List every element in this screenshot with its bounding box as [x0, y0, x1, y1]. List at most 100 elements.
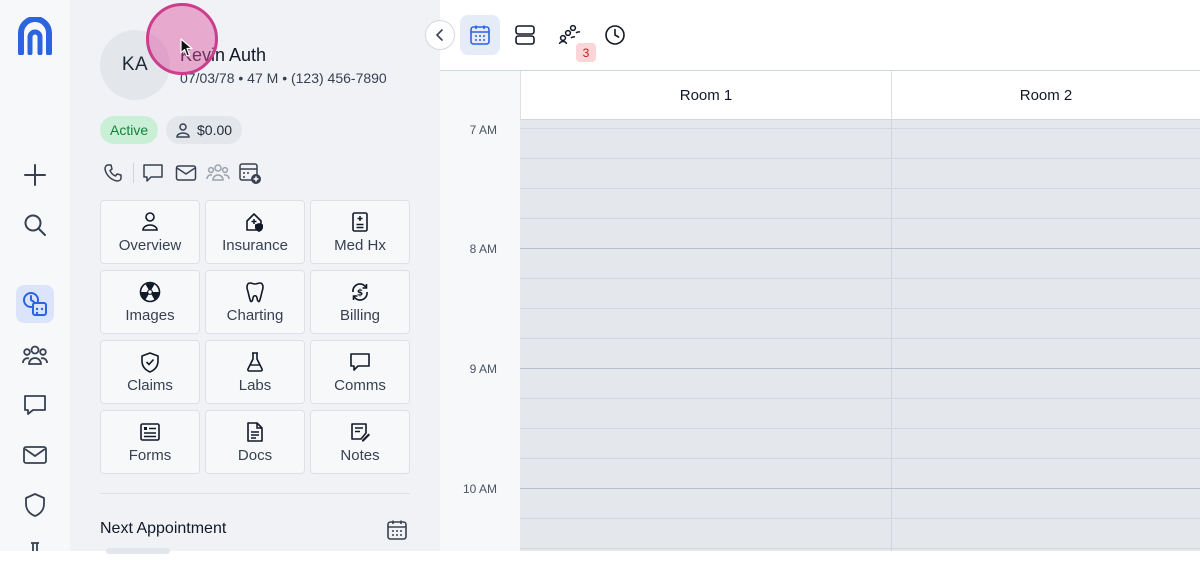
schedule-add-icon[interactable]	[237, 160, 263, 186]
tile-label: Notes	[340, 446, 380, 464]
svg-text:$: $	[357, 288, 363, 298]
radiation-icon	[139, 281, 161, 303]
status-label: Active	[110, 122, 149, 138]
shield-icon[interactable]	[20, 490, 50, 520]
phone-icon[interactable]	[100, 160, 126, 186]
status-badge[interactable]: Active	[100, 116, 159, 144]
medical-history-icon	[349, 211, 371, 233]
calendar-icon[interactable]	[385, 518, 409, 542]
tile-label: Docs	[237, 446, 273, 464]
chat-icon[interactable]	[140, 160, 166, 186]
tile-notes[interactable]: Notes	[310, 410, 410, 474]
comms-chat-icon	[349, 351, 371, 373]
app-rail	[0, 0, 70, 551]
family-icon[interactable]	[205, 160, 231, 186]
tile-labs[interactable]: Labs	[205, 340, 305, 404]
balance-badge[interactable]: $0.00	[166, 116, 243, 144]
chevron-left-icon	[434, 28, 446, 42]
add-icon[interactable]	[20, 160, 50, 190]
next-appointment-heading: Next Appointment	[100, 520, 227, 537]
room-header[interactable]: Room 1	[520, 71, 891, 120]
shield-check-icon	[139, 351, 161, 373]
tile-label: Overview	[118, 236, 182, 254]
tile-insurance[interactable]: Insurance	[205, 200, 305, 264]
document-icon	[244, 421, 266, 443]
form-icon	[139, 421, 161, 443]
section-divider	[100, 493, 410, 494]
tooth-icon	[244, 281, 266, 303]
balance-value: $0.00	[197, 122, 233, 138]
person-icon	[139, 211, 161, 233]
contact-divider	[133, 163, 134, 183]
slot-line	[520, 338, 1200, 339]
tile-label: Billing	[339, 306, 381, 324]
patients-icon[interactable]	[20, 340, 50, 370]
hour-line	[520, 368, 1200, 369]
tile-billing[interactable]: $ Billing	[310, 270, 410, 334]
tile-med-hx[interactable]: Med Hx	[310, 200, 410, 264]
slot-line	[520, 428, 1200, 429]
email-icon[interactable]	[173, 160, 199, 186]
time-label: 10 AM	[462, 482, 497, 496]
time-label: 7 AM	[469, 123, 497, 137]
tile-label: Med Hx	[334, 236, 386, 254]
tile-overview[interactable]: Overview	[100, 200, 200, 264]
slot-line	[520, 458, 1200, 459]
room-header[interactable]: Room 2	[891, 71, 1200, 120]
waitlist-count-badge: 3	[576, 43, 596, 62]
slot-line	[520, 128, 1200, 129]
schedule-icon[interactable]	[16, 285, 54, 323]
slot-line	[520, 308, 1200, 309]
patient-panel: KA Kevin Auth 07/03/78 • 47 M • (123) 45…	[70, 0, 440, 554]
note-icon	[349, 421, 371, 443]
collapse-panel-button[interactable]	[425, 20, 455, 50]
time-gutter: 7 AM 8 AM 9 AM 10 AM	[440, 71, 520, 551]
flask-icon	[244, 351, 266, 373]
slot-line	[520, 218, 1200, 219]
tile-comms[interactable]: Comms	[310, 340, 410, 404]
tile-label: Claims	[127, 376, 173, 394]
insurance-icon	[244, 211, 266, 233]
messages-icon[interactable]	[20, 390, 50, 420]
chart-tiles: Overview Insurance Med Hx Images Chartin…	[100, 200, 410, 474]
slot-line	[520, 518, 1200, 519]
appointment-placeholder	[106, 548, 170, 554]
tile-label: Images	[125, 306, 175, 324]
mouse-pointer-icon	[180, 38, 194, 58]
tile-images[interactable]: Images	[100, 270, 200, 334]
tile-forms[interactable]: Forms	[100, 410, 200, 474]
tile-claims[interactable]: Claims	[100, 340, 200, 404]
schedule-grid[interactable]	[520, 120, 1200, 551]
calendar-view-icon	[469, 24, 491, 46]
tile-label: Charting	[226, 306, 284, 324]
calendar-view-button[interactable]	[460, 15, 500, 55]
tile-label: Labs	[238, 376, 272, 394]
tile-docs[interactable]: Docs	[205, 410, 305, 474]
more-icon[interactable]	[20, 535, 50, 565]
slot-line	[520, 548, 1200, 549]
slot-line	[520, 158, 1200, 159]
room-column-divider	[891, 120, 892, 551]
hour-line	[520, 488, 1200, 489]
billing-icon: $	[349, 281, 371, 303]
slot-line	[520, 278, 1200, 279]
time-label: 9 AM	[469, 362, 497, 376]
mail-icon[interactable]	[20, 440, 50, 470]
tile-label: Comms	[334, 376, 386, 394]
slot-line	[520, 398, 1200, 399]
time-label: 8 AM	[469, 242, 497, 256]
history-button[interactable]	[595, 15, 635, 55]
tile-label: Forms	[128, 446, 172, 464]
calendar-area: 3 7 AM 8 AM 9 AM 10 AM Room 1 Room 2	[425, 0, 1200, 551]
tile-charting[interactable]: Charting	[205, 270, 305, 334]
avatar-initials: KA	[121, 54, 149, 75]
app-logo[interactable]	[17, 17, 53, 55]
rows-view-button[interactable]	[505, 15, 545, 55]
tile-label: Insurance	[222, 236, 288, 254]
balance-person-icon	[174, 121, 192, 139]
slot-line	[520, 188, 1200, 189]
patient-meta: 07/03/78 • 47 M • (123) 456-7890	[180, 70, 387, 86]
rows-view-icon	[514, 24, 536, 46]
hour-line	[520, 248, 1200, 249]
search-icon[interactable]	[20, 210, 50, 240]
